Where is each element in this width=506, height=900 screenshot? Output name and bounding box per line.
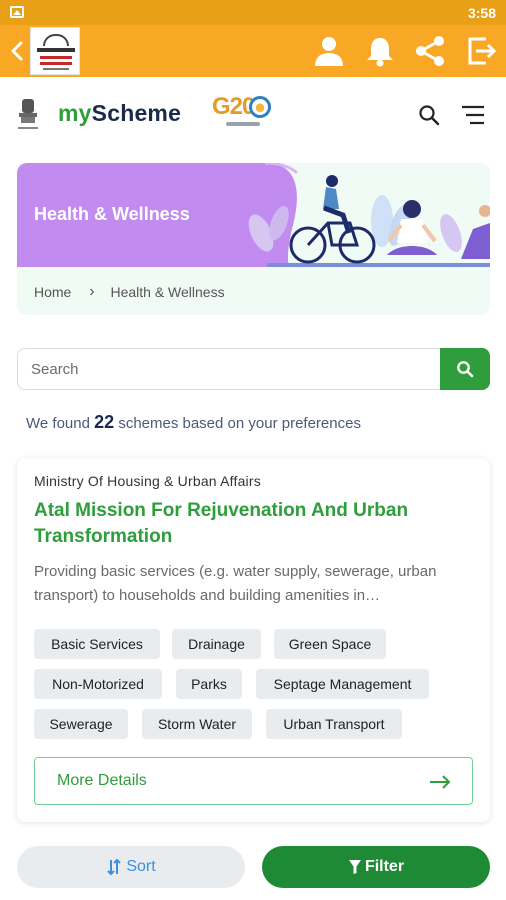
- breadcrumb: Home › Health & Wellness: [34, 283, 225, 301]
- tag: Storm Water: [142, 709, 252, 739]
- exit-icon[interactable]: [464, 33, 500, 69]
- app-bar: [0, 25, 506, 77]
- user-icon[interactable]: [311, 33, 347, 69]
- scheme-title[interactable]: Atal Mission For Rejuvenation And Urban …: [34, 498, 474, 550]
- status-time: 3:58: [467, 5, 496, 21]
- banner-title: Health & Wellness: [34, 204, 190, 224]
- bottom-bar: Sort Filter: [0, 835, 506, 900]
- menu-icon[interactable]: [460, 104, 486, 126]
- tag: Sewerage: [34, 709, 128, 739]
- filter-icon: [348, 859, 361, 874]
- results-count: 22: [94, 412, 115, 432]
- tag: Basic Services: [34, 629, 160, 659]
- gallery-icon: [10, 6, 24, 18]
- search-button[interactable]: [440, 348, 490, 390]
- search-field[interactable]: Search: [17, 348, 490, 390]
- tag: Urban Transport: [266, 709, 402, 739]
- filter-button[interactable]: Filter: [262, 846, 490, 888]
- app-logo: [30, 27, 80, 75]
- brand-my: my: [58, 100, 92, 126]
- results-summary: We found 22 schemes based on your prefer…: [26, 412, 361, 433]
- g20-logo: G20: [212, 93, 274, 133]
- breadcrumb-home[interactable]: Home: [34, 284, 71, 300]
- brand-scheme: Scheme: [91, 100, 182, 126]
- results-suffix: schemes based on your preferences: [118, 415, 361, 432]
- chevron-right-icon: ›: [89, 283, 95, 301]
- tag: Septage Management: [256, 669, 429, 699]
- arrow-right-icon: [430, 775, 451, 789]
- share-icon[interactable]: [412, 33, 448, 69]
- sort-button[interactable]: Sort: [17, 846, 245, 888]
- more-details-label: More Details: [57, 772, 147, 789]
- more-details-button[interactable]: More Details: [34, 757, 473, 805]
- bell-icon[interactable]: [362, 33, 398, 69]
- category-banner: Health & Wellness Home › Health & Wellne…: [17, 163, 490, 315]
- scheme-description: Providing basic services (e.g. water sup…: [34, 563, 437, 604]
- filter-label: Filter: [364, 858, 405, 875]
- sort-icon: [107, 858, 122, 876]
- brand-logo[interactable]: myScheme: [58, 100, 181, 127]
- back-icon[interactable]: [6, 38, 28, 64]
- tag: Parks: [176, 669, 242, 699]
- status-bar: 3:58: [0, 0, 506, 25]
- tag: Green Space: [274, 629, 386, 659]
- scheme-ministry: Ministry Of Housing & Urban Affairs: [34, 473, 261, 489]
- tag: Drainage: [172, 629, 261, 659]
- search-input[interactable]: Search: [31, 361, 79, 378]
- scheme-card[interactable]: Ministry Of Housing & Urban Affairs Atal…: [17, 458, 490, 822]
- sort-label: Sort: [126, 858, 156, 875]
- results-prefix: We found: [26, 415, 90, 432]
- tag: Non-Motorized: [34, 669, 162, 699]
- breadcrumb-current: Health & Wellness: [110, 284, 225, 301]
- search-icon: [457, 361, 474, 378]
- national-emblem-icon: [18, 99, 38, 129]
- search-icon[interactable]: [418, 104, 440, 126]
